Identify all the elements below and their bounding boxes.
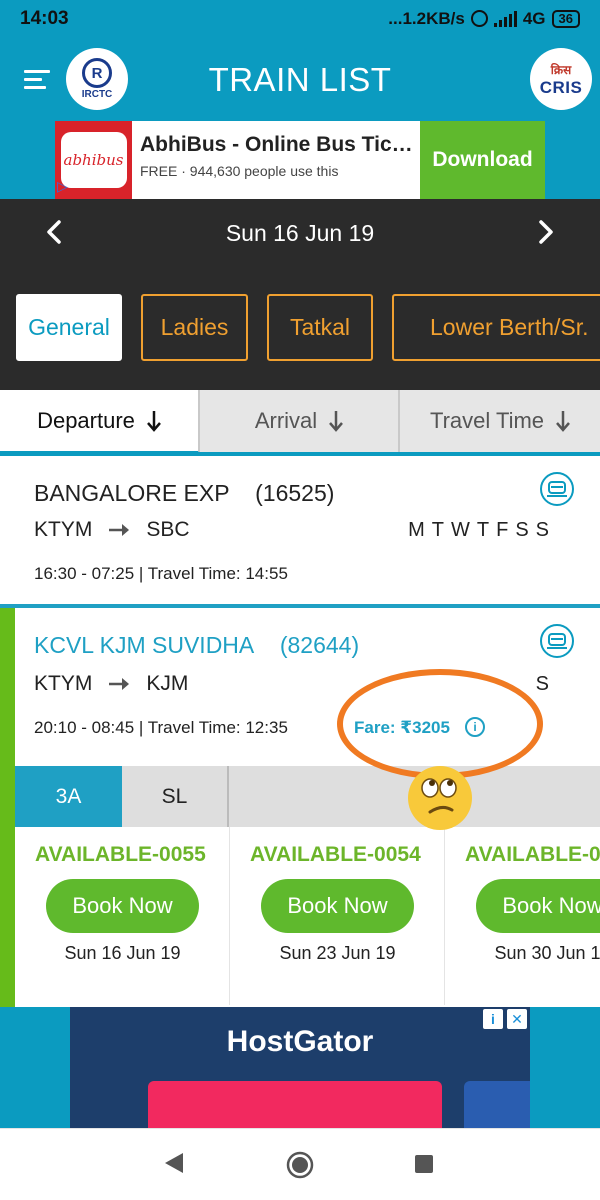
sort-travel-time[interactable]: Travel Time [400, 390, 600, 452]
sort-arrow-icon [556, 411, 570, 432]
next-date-icon[interactable] [530, 217, 560, 247]
alarm-icon [470, 10, 488, 27]
signal-icon [493, 10, 517, 27]
class-tabs: 3A SL [15, 766, 600, 827]
run-days: S [535, 673, 556, 695]
home-icon[interactable] [286, 1151, 314, 1179]
quota-lower-berth[interactable]: Lower Berth/Sr. [392, 294, 600, 361]
recents-icon[interactable] [414, 1151, 434, 1175]
train-title: KCVL KJM SUVIDHA (82644) [34, 632, 359, 659]
train-name: BANGALORE EXP [34, 480, 230, 506]
availability-status: AVAILABLE-0053 [465, 843, 600, 866]
sort-arrow-icon [329, 411, 344, 432]
ad-graphic [464, 1081, 530, 1128]
availability-cell: AVAILABLE-0055 Book Now Sun 16 Jun 19 [15, 827, 230, 1005]
train-route: KTYM SBC [34, 518, 190, 542]
train-title: BANGALORE EXP (16525) [34, 480, 334, 507]
sort-bar: Departure Arrival Travel Time [0, 390, 600, 455]
cris-logo: क्रिस CRIS [530, 48, 592, 110]
availability-status: AVAILABLE-0055 [35, 843, 206, 866]
availability-status: AVAILABLE-0054 [250, 843, 421, 866]
quota-general[interactable]: General [16, 294, 122, 361]
sort-departure[interactable]: Departure [0, 390, 200, 455]
previous-date-icon[interactable] [40, 217, 70, 247]
sort-arrow-icon [146, 410, 161, 432]
ad-thumbnail: abhibus ▷ [55, 121, 132, 199]
train-timing: 20:10 - 08:45 | Travel Time: 12:35 [34, 718, 288, 737]
sort-arrival-label: Arrival [254, 408, 318, 433]
quota-ladies[interactable]: Ladies [141, 294, 248, 361]
status-indicators: ...1.2KB/s 4G 36 [388, 9, 580, 29]
page-title: TRAIN LIST [208, 61, 392, 98]
to-station: SBC [146, 518, 190, 541]
cris-logo-hindi: क्रिस [550, 62, 572, 77]
availability-cell: AVAILABLE-0054 Book Now Sun 23 Jun 19 [230, 827, 445, 1005]
ad-subline: FREE · 944,630 people use this [140, 163, 339, 179]
ad-close-icon[interactable]: ✕ [507, 1009, 527, 1029]
book-now-button[interactable]: Book Now [261, 879, 414, 933]
ad-banner-bottom[interactable]: HostGator i ✕ [0, 1007, 600, 1128]
class-tab-3a[interactable]: 3A [15, 766, 122, 827]
status-time: 14:03 [20, 7, 69, 29]
class-tab-sl[interactable]: SL [122, 766, 229, 827]
ad-content[interactable]: HostGator i ✕ [70, 1007, 530, 1128]
ad-brand: HostGator [226, 1025, 374, 1058]
battery-icon: 36 [551, 9, 580, 28]
selected-date: Sun 16 Jun 19 [225, 219, 375, 246]
arrow-right-icon [109, 524, 130, 536]
app-bar: R IRCTC TRAIN LIST क्रिस CRIS [0, 37, 600, 121]
system-nav-bar [0, 1128, 600, 1200]
run-days: MTWTFSS [408, 519, 556, 541]
date-navigator: Sun 16 Jun 19 [0, 199, 600, 267]
train-icon[interactable] [540, 472, 574, 506]
cris-logo-text: CRIS [539, 77, 583, 97]
availability-date: Sun 23 Jun 19 [279, 943, 396, 963]
train-card[interactable]: BANGALORE EXP (16525) KTYM SBC MTWTFSS 1… [0, 456, 600, 608]
network-type: 4G [522, 8, 546, 28]
ad-download-button[interactable]: Download [420, 121, 545, 199]
selected-indicator [0, 608, 15, 1008]
thinking-emoji-icon [408, 766, 472, 830]
availability-cell: AVAILABLE-0053 Book Now Sun 30 Jun 19 [445, 827, 600, 1005]
network-speed: ...1.2KB/s [388, 8, 465, 28]
status-bar: 14:03 ...1.2KB/s 4G 36 [0, 0, 600, 37]
availability-date: Sun 16 Jun 19 [64, 943, 181, 963]
train-number: (82644) [279, 632, 360, 658]
ad-headline: AbhiBus - Online Bus Tick... [140, 133, 415, 156]
book-now-button[interactable]: Book Now [46, 879, 199, 933]
sort-departure-label: Departure [37, 407, 135, 433]
sort-travel-time-label: Travel Time [429, 408, 545, 433]
ad-graphic [148, 1081, 442, 1128]
availability-date: Sun 30 Jun 19 [494, 943, 600, 963]
ad-content[interactable]: abhibus ▷ AbhiBus - Online Bus Tick... F… [55, 121, 545, 199]
book-now-button[interactable]: Book Now [476, 879, 600, 933]
quota-tatkal[interactable]: Tatkal [267, 294, 373, 361]
ad-text: AbhiBus - Online Bus Tick... FREE · 944,… [132, 121, 420, 199]
fare-value: Fare: ₹3205 [354, 718, 450, 737]
ad-choices-icon[interactable]: ▷ [57, 178, 75, 196]
sort-arrival[interactable]: Arrival [200, 390, 400, 452]
ad-controls: i ✕ [483, 1009, 527, 1029]
from-station: KTYM [34, 518, 93, 541]
ad-banner-top[interactable]: abhibus ▷ AbhiBus - Online Bus Tick... F… [0, 121, 600, 199]
to-station: KJM [146, 672, 189, 695]
train-name: KCVL KJM SUVIDHA [34, 632, 255, 658]
arrow-right-icon [109, 678, 130, 690]
from-station: KTYM [34, 672, 93, 695]
train-route: KTYM KJM [34, 672, 188, 696]
train-icon[interactable] [540, 624, 574, 658]
quota-tabs: General Ladies Tatkal Lower Berth/Sr. [0, 267, 600, 390]
train-number: (16525) [255, 480, 335, 506]
info-icon[interactable]: i [465, 717, 485, 737]
train-timing: 16:30 - 07:25 | Travel Time: 14:55 [34, 564, 288, 583]
back-icon[interactable] [163, 1151, 185, 1175]
ad-info-icon[interactable]: i [483, 1009, 503, 1029]
